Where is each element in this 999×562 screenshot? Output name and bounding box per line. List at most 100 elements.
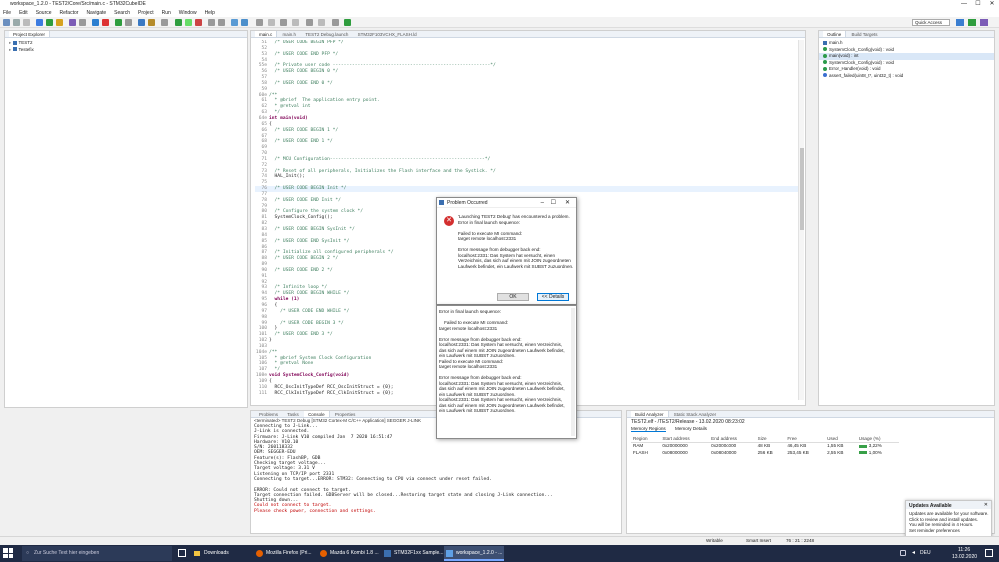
- open-task-icon[interactable]: [148, 19, 155, 26]
- dialog-close-button[interactable]: ✕: [565, 198, 570, 208]
- dialog-maximize-button[interactable]: ☐: [551, 198, 556, 208]
- run-icon[interactable]: [115, 19, 122, 26]
- clock-date[interactable]: 13.02.2020: [952, 554, 977, 560]
- toolbar-tool-icon[interactable]: [280, 19, 287, 26]
- last-edit-icon[interactable]: [195, 19, 202, 26]
- menu-help[interactable]: Help: [205, 10, 215, 16]
- save-icon[interactable]: [13, 19, 20, 26]
- search-icon[interactable]: [161, 19, 168, 26]
- cell-text: 46,45 KB: [787, 443, 807, 449]
- taskbar-app-downloads[interactable]: Downloads: [192, 546, 248, 561]
- toolbar-tool-icon[interactable]: [292, 19, 299, 26]
- column-header[interactable]: Free: [785, 435, 826, 443]
- tab-debug-launch[interactable]: TEST2 Debug.launch: [301, 31, 352, 37]
- toolbar-tool-icon[interactable]: [306, 19, 313, 26]
- task-view-icon[interactable]: [178, 549, 186, 557]
- next-annotation-icon[interactable]: [175, 19, 182, 26]
- tab-project-explorer[interactable]: Project Explorer: [9, 31, 51, 37]
- menu-refactor[interactable]: Refactor: [60, 10, 79, 16]
- project-item-testefix[interactable]: ▸ Testefix: [5, 47, 247, 54]
- tab-memory-details[interactable]: Memory Details: [675, 426, 707, 431]
- tab-main-h[interactable]: main.h: [279, 31, 301, 37]
- tab-memory-regions[interactable]: Memory Regions: [631, 426, 666, 432]
- tab-build-analyzer[interactable]: Build Analyzer: [631, 411, 669, 417]
- menu-source[interactable]: Source: [36, 10, 52, 16]
- column-header[interactable]: Region: [631, 435, 661, 443]
- notifications-icon[interactable]: [985, 549, 993, 557]
- perspective-icon[interactable]: [231, 19, 238, 26]
- forward-icon[interactable]: [218, 19, 225, 26]
- tab-properties[interactable]: Properties: [331, 411, 360, 417]
- back-icon[interactable]: [208, 19, 215, 26]
- menu-window[interactable]: Window: [179, 10, 197, 16]
- quick-access-input[interactable]: Quick Access: [912, 19, 950, 26]
- hammer-icon[interactable]: [56, 19, 63, 26]
- menu-run[interactable]: Run: [162, 10, 171, 16]
- network-icon[interactable]: [900, 550, 906, 556]
- debug-perspective-icon[interactable]: [241, 19, 248, 26]
- menu-file[interactable]: File: [3, 10, 11, 16]
- firefox-icon: [256, 550, 263, 557]
- taskbar-search-input[interactable]: ○ Zur Suche Text hier eingeben: [22, 546, 172, 561]
- column-header[interactable]: Start address: [660, 435, 710, 443]
- perspective-cube-icon[interactable]: [956, 19, 964, 26]
- toolbar-tool-icon[interactable]: [344, 19, 351, 26]
- prev-annotation-icon[interactable]: [185, 19, 192, 26]
- debug-icon[interactable]: [46, 19, 53, 26]
- tab-build-targets[interactable]: Build Targets: [848, 31, 882, 37]
- build-icon[interactable]: [36, 19, 43, 26]
- notification-text: Updates are available for your software.…: [909, 511, 989, 533]
- maximize-button[interactable]: ☐: [971, 0, 985, 9]
- update-notification[interactable]: Updates Available ✕ Updates are availabl…: [905, 500, 992, 538]
- language-indicator[interactable]: DEU: [920, 550, 931, 556]
- taskbar-app-stm32-sample[interactable]: STM32F1xx Sample...: [382, 546, 443, 561]
- toolbar-tool-icon[interactable]: [318, 19, 325, 26]
- terminate-icon[interactable]: [102, 19, 109, 26]
- volume-icon[interactable]: ◂: [912, 549, 915, 556]
- tab-console[interactable]: Console: [304, 411, 330, 417]
- tab-tasks[interactable]: Tasks: [283, 411, 303, 417]
- debug-perspective-switch-icon[interactable]: [968, 19, 976, 26]
- menu-edit[interactable]: Edit: [19, 10, 28, 16]
- ok-button[interactable]: OK: [497, 293, 529, 301]
- tab-linker-script[interactable]: STM32F103VCHX_FLASH.ld: [354, 31, 421, 37]
- dialog-minimize-button[interactable]: –: [541, 198, 544, 208]
- toolbar-tool-icon[interactable]: [256, 19, 263, 26]
- toolbar-tool-icon[interactable]: [268, 19, 275, 26]
- column-header[interactable]: End address: [709, 435, 756, 443]
- details-button[interactable]: << Details: [537, 293, 569, 301]
- tab-outline[interactable]: Outline: [823, 31, 847, 37]
- new-icon[interactable]: [3, 19, 10, 26]
- device-config-icon[interactable]: [980, 19, 988, 26]
- filter-icon[interactable]: [79, 19, 86, 26]
- column-header[interactable]: Usage (%): [856, 435, 899, 443]
- editor-scrollbar[interactable]: [798, 40, 804, 400]
- notification-close-icon[interactable]: ✕: [984, 502, 988, 508]
- table-row[interactable]: FLASH 0x08000000 0x08040000 256 KB 253,45 KB…: [631, 449, 899, 456]
- taskbar-app-mazda[interactable]: Mazda 6 Kombi 1.8 ...: [318, 546, 379, 561]
- menu-project[interactable]: Project: [138, 10, 154, 16]
- outline-item[interactable]: assert_failed(uint8_t*, uint32_t) : void: [819, 73, 994, 80]
- tab-main-c[interactable]: main.c: [255, 31, 278, 37]
- external-tools-icon[interactable]: [125, 19, 132, 26]
- windows-start-icon[interactable]: [3, 548, 13, 558]
- save-all-icon[interactable]: [23, 19, 30, 26]
- details-text[interactable]: Error in final launch sequence: Failed t…: [439, 309, 567, 437]
- tab-problems[interactable]: Problems: [255, 411, 282, 417]
- menu-navigate[interactable]: Navigate: [86, 10, 106, 16]
- column-header[interactable]: Size: [755, 435, 786, 443]
- clock-time[interactable]: 11:26: [958, 547, 970, 553]
- menu-search[interactable]: Search: [114, 10, 130, 16]
- toolbar-tool-icon[interactable]: [332, 19, 339, 26]
- stop-icon[interactable]: [92, 19, 99, 26]
- close-button[interactable]: ✕: [985, 0, 999, 9]
- open-type-icon[interactable]: [138, 19, 145, 26]
- table-row[interactable]: RAM 0x20000000 0x2000c000 48 KB 46,45 KB 1,55…: [631, 442, 899, 449]
- taskbar-app-stm32cubeide[interactable]: workspace_1.2.0 - ...: [444, 546, 504, 561]
- minimize-button[interactable]: —: [957, 0, 971, 9]
- refresh-icon[interactable]: [69, 19, 76, 26]
- column-header[interactable]: Used: [825, 435, 857, 443]
- taskbar-app-firefox[interactable]: Mozilla Firefox (Pri...: [254, 546, 314, 561]
- tab-static-stack-analyzer[interactable]: Static Stack Analyzer: [670, 411, 720, 417]
- details-scrollbar[interactable]: [571, 308, 575, 436]
